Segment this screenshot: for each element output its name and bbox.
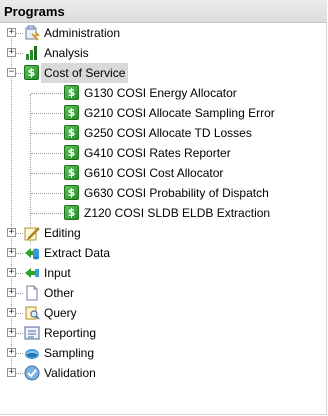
- tree-item-label: G250 COSI Allocate TD Losses: [84, 126, 252, 140]
- tree-connector-line: [31, 173, 63, 174]
- tree-connector-line: [31, 133, 63, 134]
- expand-toggle[interactable]: +: [7, 328, 16, 337]
- tree-item-label: Reporting: [44, 326, 97, 340]
- tree-item-label-selected: Cost of Service: [41, 63, 129, 83]
- edit-pencil-icon: [24, 227, 40, 241]
- dollar-icon: $: [64, 165, 79, 180]
- tree-item-label: Administration: [44, 26, 121, 40]
- tree-item-label: Validation: [44, 366, 96, 380]
- tree-connector-line: [31, 213, 63, 214]
- tree-item-label: G130 COSI Energy Allocator: [84, 86, 237, 100]
- collapse-toggle[interactable]: −: [7, 68, 16, 77]
- report-icon: [24, 326, 40, 340]
- tree-connector-line: [16, 313, 23, 314]
- analysis-chart-icon: [26, 46, 37, 60]
- expand-toggle[interactable]: +: [7, 228, 16, 237]
- tree-connector-line: [16, 273, 23, 274]
- tree-connector-line: [16, 253, 23, 254]
- tree-connector-line: [16, 33, 23, 34]
- expand-toggle[interactable]: +: [7, 248, 16, 257]
- panel-header: Programs: [0, 0, 327, 23]
- expand-toggle[interactable]: +: [7, 348, 16, 357]
- expand-toggle[interactable]: +: [7, 288, 16, 297]
- admin-icon: [25, 25, 40, 41]
- tree-connector-line: [16, 373, 23, 374]
- dollar-icon: $: [64, 205, 79, 220]
- tree-connector-line: [30, 94, 31, 244]
- tree-connector-line: [31, 93, 63, 94]
- tree-connector-line: [31, 113, 63, 114]
- extract-data-icon: [25, 248, 39, 260]
- expand-toggle[interactable]: +: [7, 268, 16, 277]
- tree-connector-line: [11, 33, 12, 375]
- validation-icon: [24, 365, 40, 381]
- tree-item-label: Editing: [44, 226, 81, 240]
- tree-connector-line: [16, 73, 23, 74]
- tree-item-label: G410 COSI Rates Reporter: [84, 146, 231, 160]
- programs-tree-panel: Programs + Administration + Analysis − $…: [0, 0, 327, 415]
- tree-item-label: Other: [44, 286, 75, 300]
- panel-title: Programs: [4, 4, 65, 19]
- dollar-icon: $: [24, 65, 39, 80]
- tree-item-label: G610 COSI Cost Allocator: [84, 166, 224, 180]
- tree-connector-line: [16, 293, 23, 294]
- tree-connector-line: [16, 233, 23, 234]
- document-icon: [26, 285, 38, 301]
- expand-toggle[interactable]: +: [7, 308, 16, 317]
- dollar-icon: $: [64, 105, 79, 120]
- tree-connector-line: [16, 53, 23, 54]
- tree-item-label: Sampling: [44, 346, 95, 360]
- expand-toggle[interactable]: +: [7, 48, 16, 57]
- tree-item-label: G630 COSI Probability of Dispatch: [84, 186, 269, 200]
- input-arrow-icon: [25, 268, 39, 278]
- dollar-icon: $: [64, 185, 79, 200]
- expand-toggle[interactable]: +: [7, 368, 16, 377]
- tree-item-label: Query: [44, 306, 77, 320]
- dollar-icon: $: [64, 125, 79, 140]
- tree-connector-line: [16, 353, 23, 354]
- tree-item-label: Analysis: [44, 46, 89, 60]
- dollar-icon: $: [64, 145, 79, 160]
- dollar-icon: $: [64, 85, 79, 100]
- tree-item-label: Input: [44, 266, 71, 280]
- tree-item-label: Z120 COSI SLDB ELDB Extraction: [84, 206, 271, 220]
- tree-connector-line: [31, 153, 63, 154]
- sampling-icon: [25, 349, 39, 359]
- tree-item-label: G210 COSI Allocate Sampling Error: [84, 106, 275, 120]
- tree-connector-line: [31, 193, 63, 194]
- tree-connector-line: [16, 333, 23, 334]
- query-icon: [25, 306, 40, 320]
- tree-item-label: Extract Data: [44, 246, 111, 260]
- expand-toggle[interactable]: +: [7, 28, 16, 37]
